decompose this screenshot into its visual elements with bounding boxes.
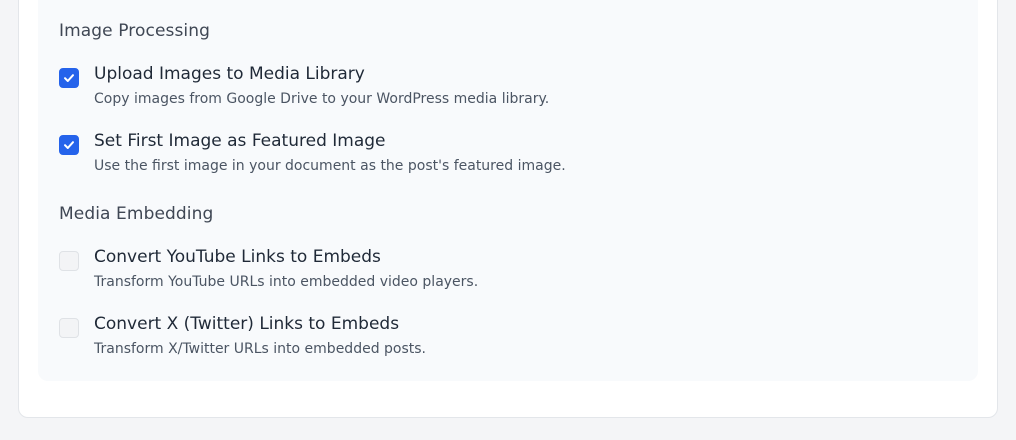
youtube-embeds-checkbox[interactable] [59, 251, 79, 271]
youtube-embeds-label[interactable]: Convert YouTube Links to Embeds [94, 247, 381, 267]
twitter-embeds-checkbox[interactable] [59, 318, 79, 338]
upload-images-description: Copy images from Google Drive to your Wo… [94, 91, 550, 107]
twitter-embeds-label[interactable]: Convert X (Twitter) Links to Embeds [94, 314, 399, 334]
option-upload-images[interactable]: Upload Images to Media Library Copy imag… [59, 64, 939, 114]
featured-image-description: Use the first image in your document as … [94, 158, 566, 174]
twitter-embeds-description: Transform X/Twitter URLs into embedded p… [94, 341, 427, 357]
check-icon [64, 141, 74, 149]
option-featured-image[interactable]: Set First Image as Featured Image Use th… [59, 131, 939, 181]
media-settings-panel: Image Processing Upload Images to Media … [38, 0, 978, 381]
youtube-embeds-description: Transform YouTube URLs into embedded vid… [94, 274, 479, 290]
option-youtube-embeds[interactable]: Convert YouTube Links to Embeds Transfor… [59, 247, 939, 297]
option-twitter-embeds[interactable]: Convert X (Twitter) Links to Embeds Tran… [59, 314, 939, 364]
settings-card: Image Processing Upload Images to Media … [18, 0, 998, 418]
upload-images-checkbox[interactable] [59, 68, 79, 88]
upload-images-label[interactable]: Upload Images to Media Library [94, 64, 365, 84]
check-icon [64, 74, 74, 82]
featured-image-label[interactable]: Set First Image as Featured Image [94, 131, 386, 151]
section-heading-image-processing: Image Processing [59, 21, 211, 41]
section-heading-media-embedding: Media Embedding [59, 204, 214, 224]
featured-image-checkbox[interactable] [59, 135, 79, 155]
